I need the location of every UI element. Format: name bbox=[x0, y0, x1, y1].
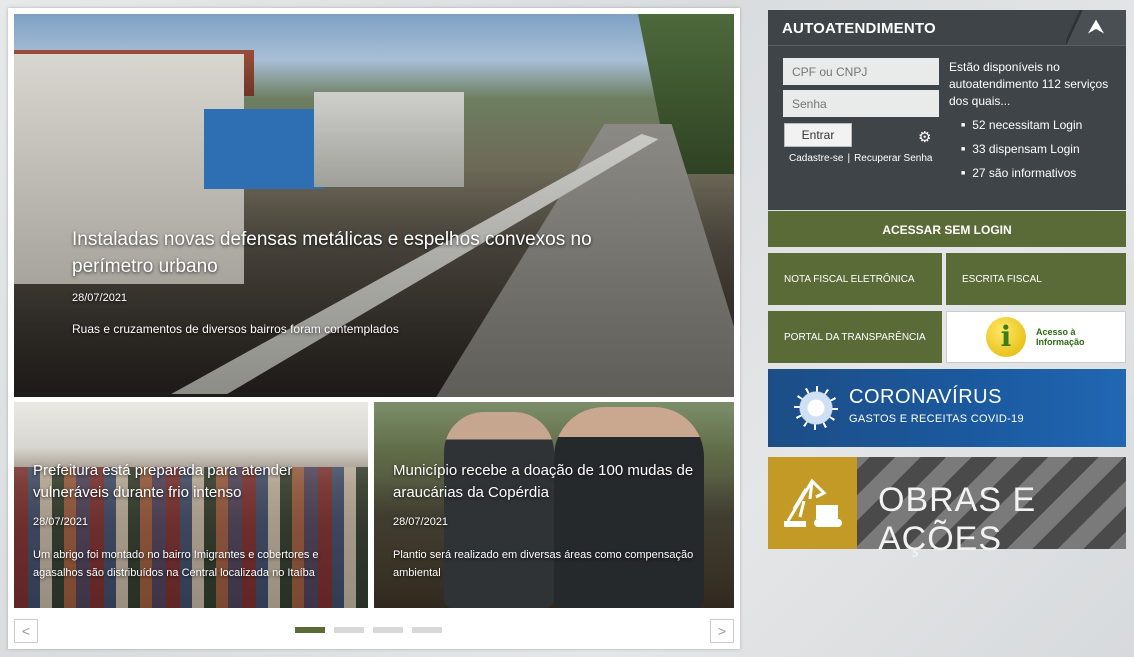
coronavirus-title: CORONAVÍRUS bbox=[849, 386, 1002, 408]
news-title-main[interactable]: Instaladas novas defensas metálicas e es… bbox=[72, 226, 672, 280]
news-carousel: Instaladas novas defensas metálicas e es… bbox=[8, 8, 740, 649]
stat-login-required: 52 necessitam Login bbox=[961, 118, 1082, 132]
cpf-cnpj-input[interactable] bbox=[783, 58, 939, 85]
nota-fiscal-button[interactable]: NOTA FISCAL ELETRÔNICA bbox=[768, 253, 942, 305]
transparency-portal-button[interactable]: PORTAL DA TRANSPARÊNCIA bbox=[768, 311, 942, 363]
auth-links: Cadastre-se | Recuperar Senha bbox=[789, 153, 932, 164]
crane-icon bbox=[784, 478, 842, 527]
news-description-left: Um abrigo foi montado no bairro Imigrant… bbox=[33, 549, 319, 579]
double-chevron-up-icon[interactable]: ⮝ bbox=[1066, 10, 1126, 45]
access-without-login-button[interactable]: ACESSAR SEM LOGIN bbox=[768, 211, 1126, 247]
works-icon-box bbox=[768, 457, 857, 549]
works-actions-title: OBRAS E AÇÕES bbox=[878, 481, 1037, 558]
access-to-information-label: Acesso à Informação bbox=[1036, 327, 1085, 347]
news-date-right: 28/07/2021 bbox=[393, 516, 449, 528]
gears-icon[interactable]: ⚙ bbox=[918, 128, 931, 146]
self-service-title: AUTOATENDIMENTO bbox=[782, 20, 936, 37]
news-date-left: 28/07/2021 bbox=[33, 516, 89, 528]
link-separator: | bbox=[847, 153, 851, 164]
stat-login-not-required: 33 dispensam Login bbox=[961, 142, 1082, 156]
services-stats-list: 52 necessitam Login 33 dispensam Login 2… bbox=[961, 118, 1082, 190]
news-title-right[interactable]: Município recebe a doação de 100 mudas d… bbox=[393, 460, 723, 504]
news-card-right[interactable]: Município recebe a doação de 100 mudas d… bbox=[374, 402, 734, 608]
news-description-main: Ruas e cruzamentos de diversos bairros f… bbox=[72, 322, 399, 336]
carousel-dot-1[interactable] bbox=[295, 627, 325, 633]
register-link[interactable]: Cadastre-se bbox=[789, 153, 843, 164]
coronavirus-banner[interactable]: CORONAVÍRUS GASTOS E RECEITAS COVID-19 bbox=[768, 369, 1126, 447]
services-info-text: Estão disponíveis no autoatendimento 112… bbox=[949, 60, 1109, 108]
login-button[interactable]: Entrar bbox=[784, 123, 852, 147]
news-description-right: Plantio será realizado em diversas áreas… bbox=[393, 549, 694, 579]
virus-icon bbox=[794, 386, 838, 430]
news-card-main[interactable]: Instaladas novas defensas metálicas e es… bbox=[14, 14, 734, 397]
carousel-next-button[interactable]: > bbox=[710, 619, 734, 643]
self-service-header: AUTOATENDIMENTO ⮝ bbox=[768, 10, 1126, 46]
news-title-left[interactable]: Prefeitura está preparada para atender v… bbox=[33, 460, 363, 504]
news-date-main: 28/07/2021 bbox=[72, 292, 128, 304]
escrita-fiscal-button[interactable]: ESCRITA FISCAL bbox=[946, 253, 1126, 305]
works-actions-banner[interactable]: OBRAS E AÇÕES bbox=[768, 457, 1126, 558]
info-icon: i bbox=[986, 317, 1026, 357]
stat-informative: 27 são informativos bbox=[961, 166, 1082, 180]
access-to-information-button[interactable]: i Acesso à Informação bbox=[946, 311, 1126, 363]
carousel-dot-3[interactable] bbox=[373, 627, 403, 633]
news-card-left[interactable]: Prefeitura está preparada para atender v… bbox=[14, 402, 368, 608]
recover-password-link[interactable]: Recuperar Senha bbox=[854, 153, 932, 164]
carousel-pagination bbox=[295, 627, 442, 633]
coronavirus-subtitle: GASTOS E RECEITAS COVID-19 bbox=[849, 413, 1024, 425]
password-input[interactable] bbox=[783, 90, 939, 117]
carousel-prev-button[interactable]: < bbox=[14, 619, 38, 643]
carousel-dot-4[interactable] bbox=[412, 627, 442, 633]
news-image-main bbox=[14, 14, 734, 397]
carousel-dot-2[interactable] bbox=[334, 627, 364, 633]
self-service-panel: AUTOATENDIMENTO ⮝ Entrar ⚙ Cadastre-se |R… bbox=[768, 10, 1126, 210]
